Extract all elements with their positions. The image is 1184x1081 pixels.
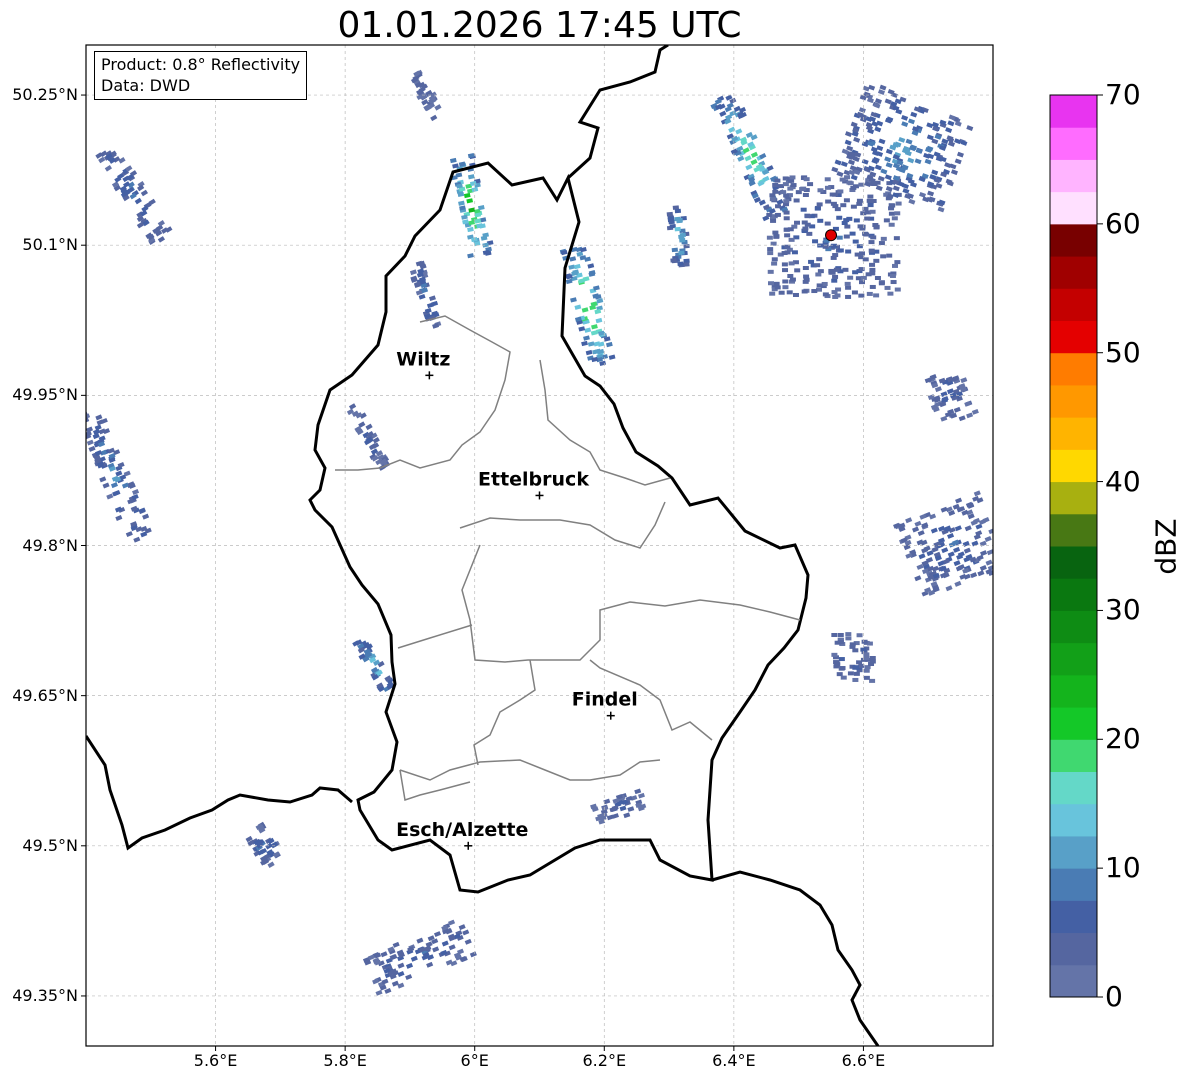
lon-tick-label: 6.2°E: [582, 1051, 627, 1070]
district-border: [539, 359, 671, 486]
lon-tick-label: 6.4°E: [712, 1051, 756, 1070]
city-label: Esch/Alzette: [396, 819, 528, 841]
map-title: 01.01.2026 17:45 UTC: [337, 5, 742, 46]
lat-tick-label: 49.65°N: [12, 685, 78, 705]
radar-echo: [924, 374, 979, 422]
district-border: [461, 544, 801, 663]
radar-echo: [590, 788, 647, 825]
radar-echo: [831, 84, 974, 213]
radar-site-marker: [825, 229, 838, 242]
germany-france-border: [711, 870, 880, 1046]
radar-echo: [362, 919, 477, 996]
radar-echo: [710, 94, 789, 222]
colorbar-label: dBZ: [1149, 518, 1183, 575]
lon-tick-label: 5.6°E: [193, 1051, 238, 1070]
radar-echo: [449, 153, 494, 259]
district-border: [473, 659, 536, 766]
radar-echo: [346, 403, 391, 471]
city-label: Ettelbruck: [478, 468, 589, 490]
product-text: Product: 0.8° Reflectivity: [101, 55, 301, 74]
luxembourg-border: [308, 161, 810, 894]
colorbar-tick-label: 70: [1105, 78, 1141, 111]
info-box: Product: 0.8° Reflectivity Data: DWD: [94, 51, 308, 100]
radar-echo: [666, 205, 690, 268]
data-source-text: Data: DWD: [101, 76, 191, 95]
lon-tick-label: 6°E: [460, 1051, 489, 1070]
colorbar-tick-label: 30: [1105, 593, 1141, 627]
district-border: [397, 624, 473, 649]
lat-tick-label: 49.8°N: [22, 535, 78, 555]
lat-tick-label: 49.95°N: [12, 385, 78, 405]
district-border: [459, 501, 666, 549]
district-border: [335, 315, 511, 471]
colorbar-tick-label: 20: [1105, 722, 1141, 756]
radar-echo: [95, 150, 173, 245]
district-border: [399, 769, 471, 801]
colorbar-tick-label: 40: [1105, 464, 1141, 498]
lon-tick-label: 6.6°E: [841, 1051, 886, 1070]
colorbar-tick-label: 0: [1105, 980, 1123, 1013]
city-label: Findel: [572, 689, 638, 711]
radar-map: Wiltz Ettelbruck Findel Esch/Alzette: [81, 44, 994, 1051]
colorbar-tick-label: 60: [1105, 206, 1141, 240]
colorbar-tick-label: 50: [1105, 335, 1141, 369]
belgium-germany-border: [566, 45, 669, 180]
lon-tick-label: 5.8°E: [323, 1051, 367, 1070]
district-border: [399, 759, 661, 781]
colorbar-tick-label: 10: [1105, 851, 1141, 885]
lat-tick-label: 50.25°N: [12, 85, 78, 105]
lat-tick-label: 49.5°N: [22, 835, 78, 855]
radar-echo: [831, 632, 876, 683]
map-layer: Wiltz Ettelbruck Findel Esch/Alzette: [86, 45, 993, 1046]
lat-tick-label: 50.1°N: [22, 235, 78, 255]
lat-tick-label: 49.35°N: [12, 985, 78, 1005]
city-label: Wiltz: [396, 348, 450, 370]
belgium-france-border: [86, 735, 353, 851]
